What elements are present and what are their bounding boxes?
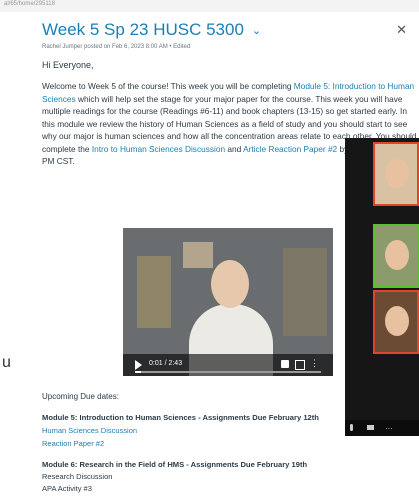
post-meta: Rachel Jumper posted on Feb 6, 2023 8:00… [42, 44, 191, 50]
participant-face [385, 240, 409, 270]
participant-face [385, 306, 409, 336]
more-icon[interactable]: … [385, 422, 393, 431]
left-panel: u [0, 12, 34, 496]
play-icon[interactable] [135, 360, 142, 370]
module6-item-apa: APA Activity #3 [42, 484, 92, 493]
volume-icon[interactable] [281, 360, 289, 368]
more-icon[interactable]: ⋮ [310, 358, 319, 369]
zoom-gallery-panel: … [345, 138, 419, 436]
upcoming-label: Upcoming Due dates: [42, 392, 119, 401]
chevron-down-icon[interactable]: ⌄ [252, 24, 261, 37]
module6-item-research: Research Discussion [42, 472, 113, 481]
video-time: 0:01 / 2:43 [149, 360, 183, 367]
module5-header: Module 5: Introduction to Human Sciences… [42, 413, 319, 422]
video-progress-fill [135, 371, 141, 373]
participant-tile[interactable] [373, 290, 419, 354]
fullscreen-icon[interactable] [295, 360, 305, 370]
video-controls: 0:01 / 2:43 ⋮ [123, 354, 333, 376]
title-row[interactable]: Week 5 Sp 23 HUSC 5300 ⌄ [42, 20, 261, 40]
body-text-3: and [225, 143, 244, 154]
zoom-toolbar: … [345, 420, 419, 436]
intro-discussion-link[interactable]: Intro to Human Sciences Discussion [92, 144, 225, 154]
participant-face [385, 158, 409, 188]
article-reaction-link[interactable]: Article Reaction Paper #2 [243, 144, 337, 154]
video-person-head [211, 260, 249, 308]
video-player[interactable]: 0:01 / 2:43 ⋮ [123, 228, 333, 376]
body-text-1: Welcome to Week 5 of the course! This we… [42, 81, 294, 91]
module5-link-discussion[interactable]: Human Sciences Discussion [42, 426, 137, 435]
greeting: Hi Everyone, [42, 60, 94, 70]
url-text: al/65/home/295118 [4, 1, 55, 7]
video-background-frame [183, 242, 213, 268]
video-progress-bar[interactable] [135, 371, 321, 373]
close-icon[interactable]: ✕ [396, 22, 407, 38]
video-background-shelf [283, 248, 327, 336]
camera-icon[interactable] [367, 425, 374, 430]
participant-tile-active-speaker[interactable] [373, 224, 419, 288]
announcement-title[interactable]: Week 5 Sp 23 HUSC 5300 [42, 20, 244, 40]
module6-header: Module 6: Research in the Field of HMS -… [42, 460, 308, 469]
participant-tile[interactable] [373, 142, 419, 206]
mic-icon[interactable] [350, 424, 353, 431]
video-background-shelf [137, 256, 171, 328]
browser-url-strip: al/65/home/295118 [0, 0, 419, 12]
left-panel-letter: u [2, 354, 11, 371]
module5-link-paper[interactable]: Reaction Paper #2 [42, 439, 104, 448]
